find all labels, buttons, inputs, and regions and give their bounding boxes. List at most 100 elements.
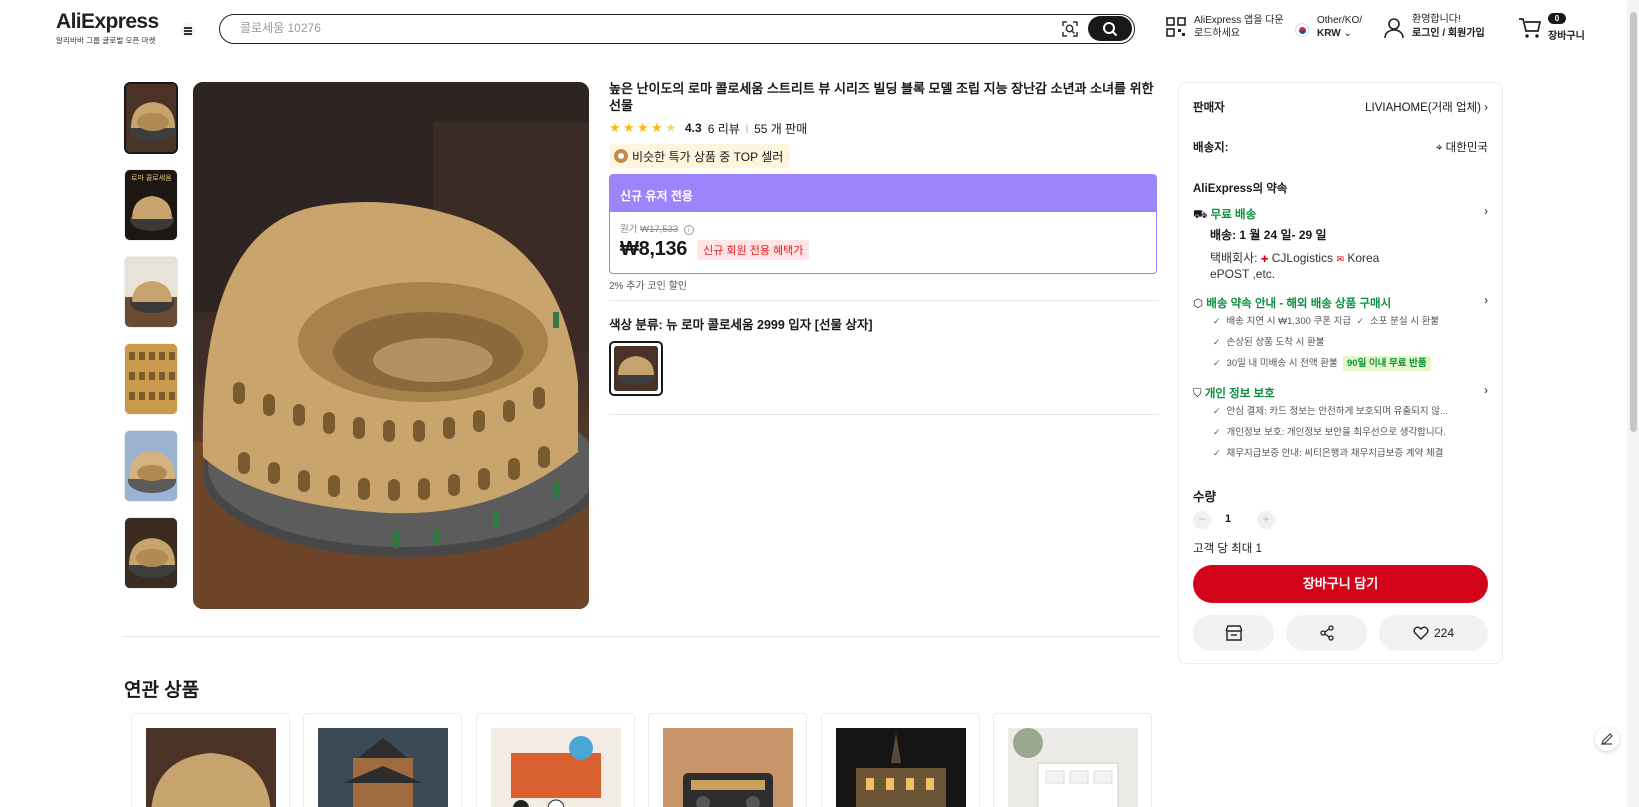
check-icon: ✓ [1213, 406, 1221, 416]
info-icon[interactable]: i [683, 225, 694, 235]
product-thumbnail[interactable] [124, 343, 178, 415]
color-option[interactable] [609, 341, 663, 396]
related-product-image [318, 728, 448, 807]
search-icon [1103, 22, 1118, 37]
guarantee-title: 배송 약속 안내 - 해외 배송 상품 구매시 [1206, 298, 1392, 310]
product-main-image[interactable] [193, 82, 589, 609]
logo-text: AliExpress [56, 10, 159, 33]
related-product-card[interactable] [303, 713, 462, 807]
aliexpress-logo[interactable]: AliExpress 알리바바 그룹 글로벌 오픈 마켓 [56, 11, 159, 46]
search-bar [219, 14, 1135, 44]
scrollbar[interactable] [1627, 0, 1639, 807]
region-text: Other/KO/ [1317, 15, 1363, 26]
free-return-badge: 90일 이내 무료 반품 [1343, 356, 1431, 371]
medal-icon [614, 149, 628, 163]
related-product-image [146, 728, 276, 807]
chevron-right-icon: › [1484, 295, 1488, 307]
privacy-list: ✓ 안심 결제: 카드 정보는 안전하게 보호되며 유출되지 않... ✓ 개인정보… [1213, 406, 1448, 459]
currency-text: KRW [1317, 28, 1341, 39]
chevron-right-icon: › [1484, 206, 1488, 218]
seller-row[interactable]: 판매자 LIVIAHOME(거래 업체) › [1193, 99, 1488, 115]
truck-icon: ⛟ [1193, 209, 1208, 221]
logo-subtitle: 알리바바 그룹 글로벌 오픈 마켓 [56, 36, 156, 45]
product-thumbnail[interactable] [124, 517, 178, 589]
login-link[interactable]: 로그인 / 회원가입 [1412, 28, 1485, 39]
related-product-card[interactable] [476, 713, 635, 807]
cart-icon [1519, 18, 1542, 38]
carrier-info: 택배회사: ✚ CJLogistics ✉ Korea [1210, 251, 1380, 265]
color-label: 색상 분류: 뉴 로마 콜로세움 2999 입자 [선물 상자] [609, 318, 873, 332]
related-product-card[interactable] [648, 713, 807, 807]
cart-count-badge: 0 [1548, 13, 1566, 24]
share-icon [1319, 625, 1334, 641]
quantity-value[interactable]: 1 [1225, 513, 1231, 525]
store-button[interactable] [1193, 615, 1274, 651]
reviews-link[interactable]: 6 리뷰 [708, 120, 740, 137]
divider [609, 300, 1159, 301]
seller-name: LIVIAHOME(거래 업체) [1365, 102, 1481, 114]
search-input[interactable] [240, 21, 1000, 35]
cart-label: 장바구니 [1548, 31, 1585, 42]
check-icon: ✓ [1213, 448, 1221, 458]
quantity-stepper: − 1 + [1193, 511, 1488, 531]
star-icon: ★ [623, 120, 635, 135]
product-thumbnail[interactable] [124, 82, 178, 154]
quantity-limit: 고객 당 최대 1 [1193, 543, 1262, 555]
star-rating: ★ ★ ★ ★ ★ [609, 120, 677, 135]
divider [609, 414, 1159, 415]
image-search-icon[interactable] [1061, 20, 1079, 38]
pencil-icon [1601, 733, 1613, 745]
product-info: 높은 난이도의 로마 콜로세움 스트리트 뷰 시리즈 빌딩 블록 모델 조립 지… [609, 80, 1159, 415]
top-seller-badge: 비슷한 특가 상품 중 TOP 셀러 [609, 144, 791, 168]
related-product-image [663, 728, 793, 807]
star-icon: ★ [637, 120, 649, 135]
search-button[interactable] [1088, 16, 1132, 41]
related-products-title: 연관 상품 [124, 680, 200, 701]
product-thumbnail[interactable]: 로마 콜로세움 [124, 169, 178, 241]
ship-to-row[interactable]: 배송지: ⌖ 대한민국 [1193, 139, 1488, 155]
wishlist-count: 224 [1433, 626, 1455, 640]
feedback-button[interactable] [1595, 727, 1619, 751]
related-product-image [836, 728, 966, 807]
ship-to-country: 대한민국 [1445, 142, 1488, 154]
check-icon: ✓ [1356, 316, 1364, 326]
price-tag: 신규 회원 전용 혜택가 [697, 239, 810, 260]
deal-header: 신규 유저 전용 [610, 175, 1156, 212]
wishlist-button[interactable]: 224 [1379, 615, 1488, 651]
header: AliExpress 알리바바 그룹 글로벌 오픈 마켓 AliExpress … [0, 0, 1639, 58]
free-shipping-row[interactable]: ⛟ 무료 배송 › [1193, 206, 1488, 223]
package-icon: ⬡ [1193, 298, 1204, 310]
korea-flag-icon [1295, 23, 1309, 37]
menu-icon[interactable] [181, 23, 195, 37]
increment-button[interactable]: + [1257, 511, 1275, 529]
divider [124, 636, 1159, 637]
product-thumbnail[interactable] [124, 430, 178, 502]
scrollbar-thumb[interactable] [1630, 12, 1637, 432]
check-icon: ✓ [1213, 316, 1221, 326]
product-thumbnail[interactable] [124, 256, 178, 328]
color-option-image [614, 346, 658, 391]
guarantee-list: ✓ 배송 지연 시 ₩1,300 쿠폰 지급 ✓ 소포 분실 시 환불 ✓ 손상된 상… [1213, 316, 1440, 371]
add-to-cart-button[interactable]: 장바구니 담기 [1193, 565, 1488, 603]
privacy-row[interactable]: ⛉ 개인 정보 보호 › [1193, 385, 1488, 401]
cj-logo-icon: ✚ [1260, 254, 1269, 264]
top-seller-text: 비슷한 특가 상품 중 TOP 셀러 [632, 149, 784, 164]
related-product-card[interactable] [993, 713, 1152, 807]
share-button[interactable] [1286, 615, 1367, 651]
product-title: 높은 난이도의 로마 콜로세움 스트리트 뷰 시리즈 빌딩 블록 모델 조립 지… [609, 81, 1154, 113]
delivery-guarantee-row[interactable]: ⬡ 배송 약속 안내 - 해외 배송 상품 구매시 › [1193, 295, 1488, 311]
privacy-title: 개인 정보 보호 [1204, 388, 1275, 400]
chevron-right-icon: › [1484, 385, 1488, 397]
rating-row: ★ ★ ★ ★ ★ 4.3 6 리뷰 | 55 개 판매 [609, 120, 808, 137]
related-product-card[interactable] [821, 713, 980, 807]
decrement-button[interactable]: − [1193, 511, 1211, 529]
star-icon: ★ [609, 120, 621, 135]
check-icon: ✓ [1213, 427, 1221, 437]
check-icon: ✓ [1213, 337, 1221, 347]
purchase-panel: 판매자 LIVIAHOME(거래 업체) › 배송지: ⌖ 대한민국 AliEx… [1178, 82, 1503, 664]
store-icon [1224, 625, 1243, 641]
related-product-card[interactable] [131, 713, 290, 807]
half-star-icon: ★ [665, 120, 677, 135]
sale-price: ₩8,136 [620, 238, 688, 260]
original-price: 원가 ₩17,533 i [620, 221, 1146, 235]
